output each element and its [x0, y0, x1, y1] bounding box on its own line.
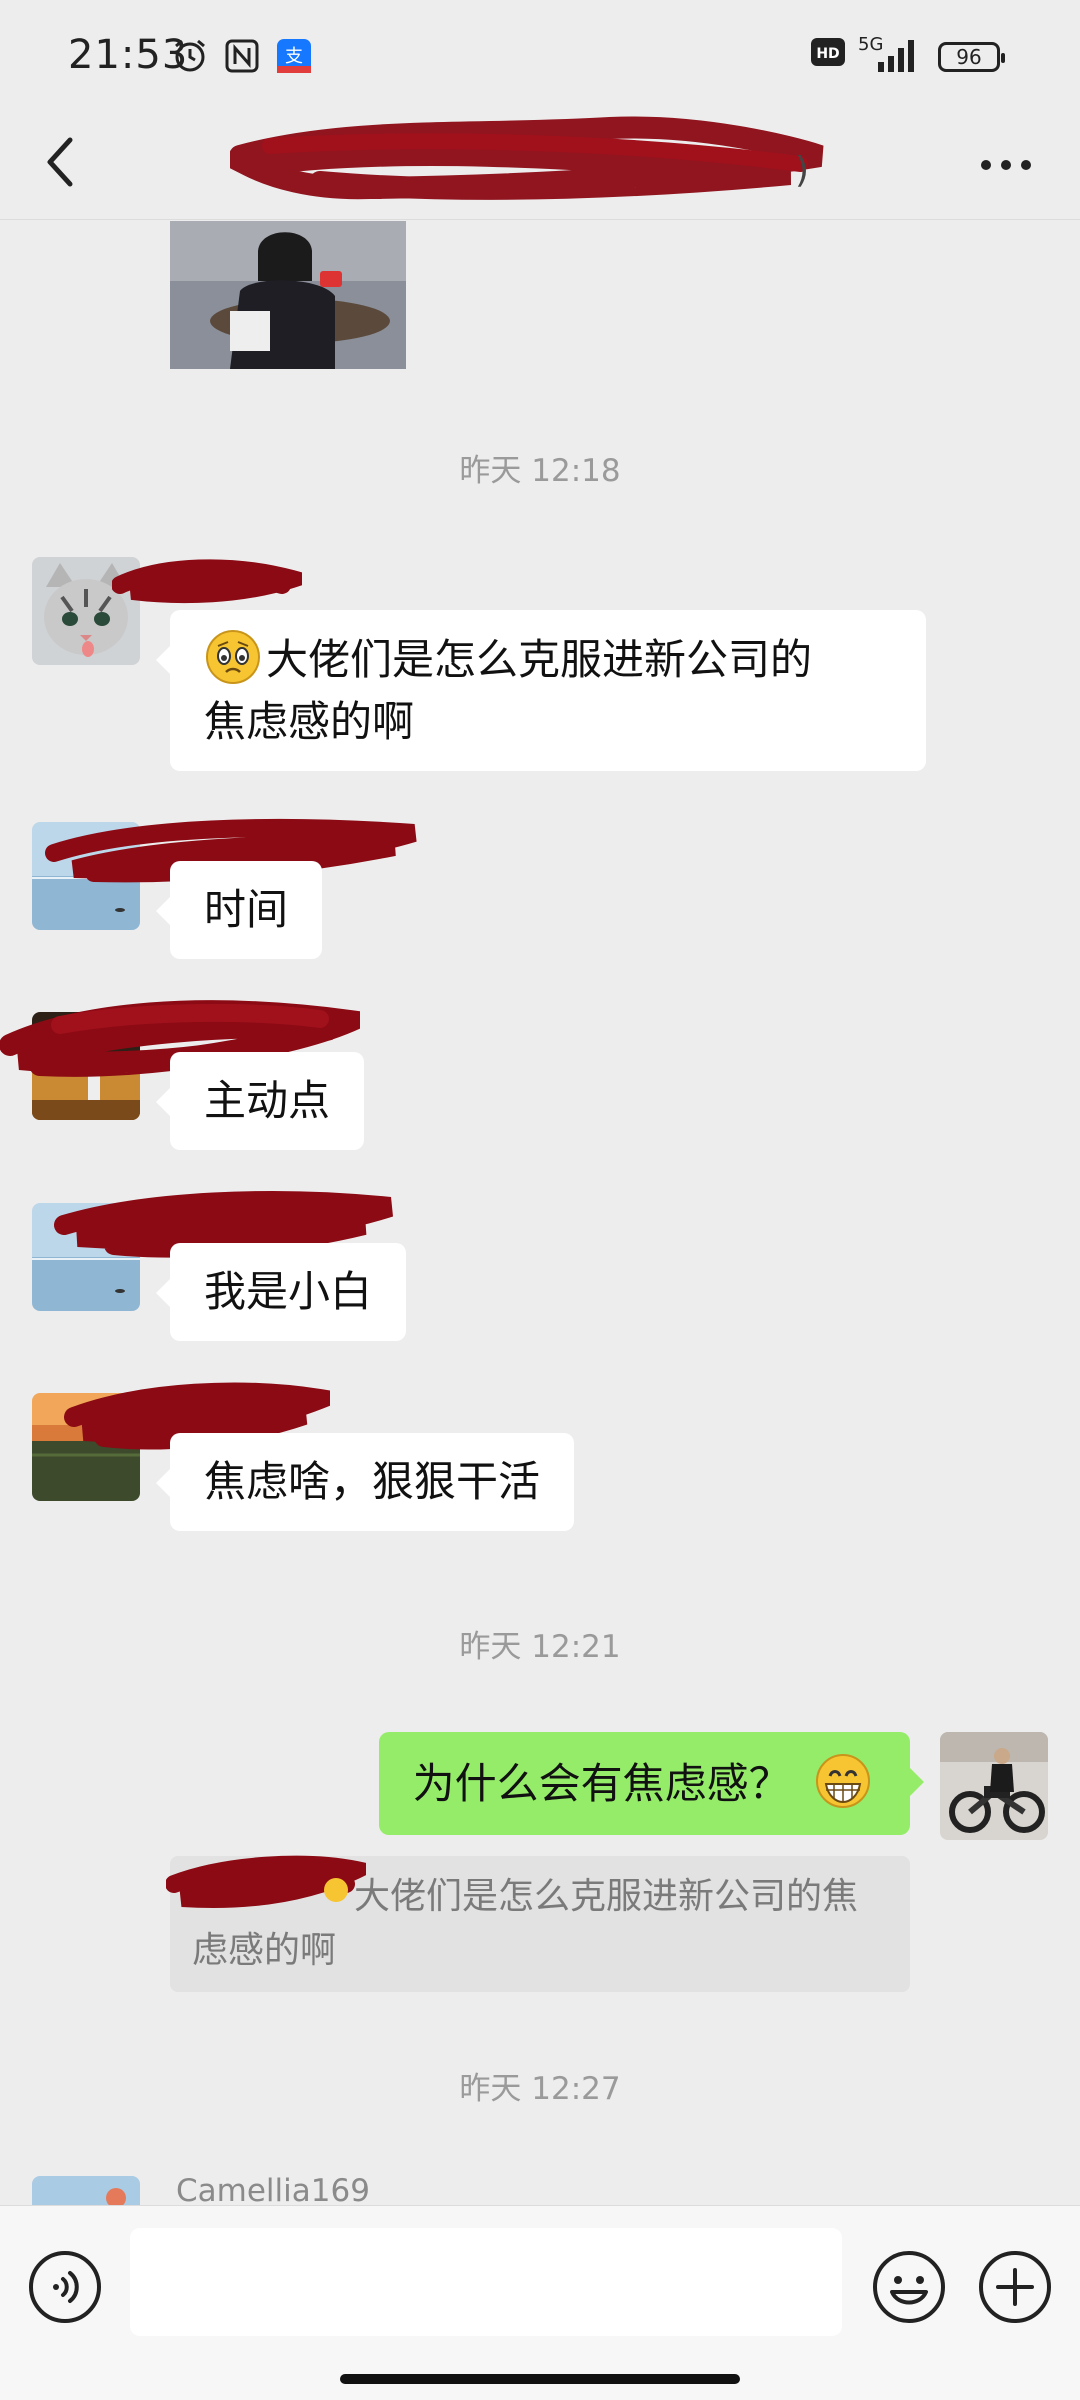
message-text: 焦虑感的啊 [204, 697, 415, 746]
message-bubble[interactable]: 大佬们是怎么克服进新公司的 焦虑感的啊 [156, 610, 926, 771]
message-bubble[interactable]: 焦虑啥，狠狠干活 [155, 1433, 575, 1531]
redaction-scribble [112, 559, 302, 604]
alipay-icon: 支 [277, 39, 311, 73]
photo-thumbnail [170, 221, 406, 369]
more-dots-icon[interactable] [976, 150, 1036, 180]
quoted-text: 虑感的啊 [192, 1930, 337, 1971]
input-bar [0, 2205, 1080, 2400]
message-timestamp: 昨天 12:21 [459, 1629, 621, 1665]
message-bubble[interactable]: 我是小白 [155, 1243, 407, 1341]
redaction-scribble [166, 1855, 366, 1908]
message-bubble[interactable]: 主动点 [155, 1052, 365, 1150]
redaction-scribble: ) [230, 116, 824, 200]
image-message[interactable] [170, 221, 406, 369]
chat-message-list[interactable]: 昨天 12:18 大佬们是怎么克服进新公司的 焦虑感的啊 时间 主动点 我是小白… [0, 221, 1080, 2205]
status-time: 21:53 [68, 32, 189, 78]
nfc-icon [225, 39, 259, 73]
sender-nickname: Camellia169 [176, 2173, 370, 2205]
battery-level: 96 [956, 45, 982, 69]
quoted-text: 大佬们是怎么克服进新公司的焦 [354, 1876, 859, 1917]
battery-icon: 96 [938, 42, 1005, 72]
my-message-bubble[interactable]: 为什么会有焦虑感？ [378, 1732, 925, 1835]
svg-text:HD: HD [816, 46, 839, 62]
quoted-message[interactable]: 大佬们是怎么克服进新公司的焦 虑感的啊 [166, 1855, 910, 1992]
home-indicator[interactable] [340, 2374, 740, 2384]
message-text: 我是小白 [204, 1267, 373, 1316]
my-avatar[interactable] [940, 1732, 1048, 1840]
message-bubble[interactable]: 时间 [155, 861, 323, 959]
message-text: 主动点 [204, 1076, 331, 1125]
message-timestamp: 昨天 12:27 [459, 2071, 621, 2107]
message-text: 时间 [204, 885, 289, 934]
message-text: 焦虑啥，狠狠干活 [204, 1457, 541, 1506]
hd-badge-icon: HD [811, 38, 845, 66]
message-text: 大佬们是怎么克服进新公司的 [266, 635, 813, 684]
plus-icon[interactable] [976, 2248, 1054, 2326]
voice-icon[interactable] [26, 2248, 104, 2326]
svg-text:): ) [795, 150, 809, 191]
avatar[interactable] [32, 2176, 140, 2205]
emoji-icon[interactable] [870, 2248, 948, 2326]
back-icon[interactable] [40, 132, 80, 192]
svg-text:支: 支 [285, 46, 303, 67]
message-text: 为什么会有焦虑感？ [412, 1759, 791, 1808]
alarm-icon [175, 39, 205, 72]
chat-header: ) [0, 110, 1080, 220]
message-timestamp: 昨天 12:18 [459, 453, 621, 489]
signal-icon [878, 40, 914, 72]
worried-face-icon [206, 630, 260, 684]
message-input[interactable] [130, 2228, 842, 2336]
grinning-face-icon [816, 1754, 870, 1808]
status-bar: 21:53 支 HD 5G 96 [0, 0, 1080, 110]
